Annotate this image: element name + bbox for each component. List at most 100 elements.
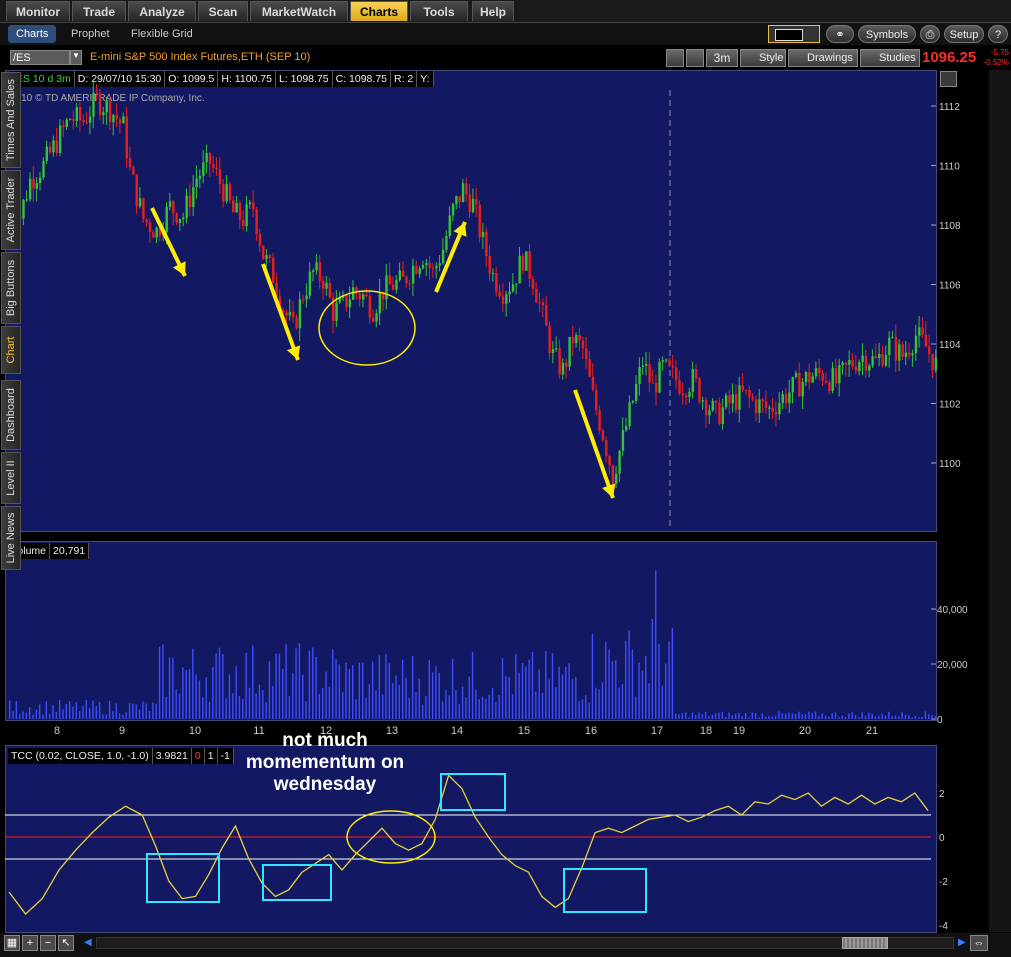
volume-bar [754,712,757,719]
volume-bar [615,660,617,719]
candle-body [152,232,155,238]
volume-bar [694,714,697,719]
candle-body [741,385,744,390]
sidetab-live-news[interactable]: Live News [1,506,21,570]
candle-body [182,217,185,220]
volume-bar [688,717,690,719]
candle-body [681,393,685,396]
y-tick-label: 1108 [939,221,961,232]
candle-body [45,146,49,161]
candle-body [871,356,874,366]
info-icon[interactable]: ? [988,25,1008,43]
candle-body [908,352,911,356]
sidetab-chart[interactable]: Chart [1,326,21,374]
menu-tab-marketwatch[interactable]: MarketWatch [250,1,348,21]
menu-tab-trade[interactable]: Trade [72,1,126,21]
menu-tab-tools[interactable]: Tools [410,1,468,21]
y-tick-label: 1104 [939,340,961,351]
pan-icon[interactable]: ↖ [58,935,74,951]
volume-bar [751,712,753,719]
candle-body [611,465,615,484]
volume-bar [631,649,634,719]
highlight-box [563,868,647,913]
candle-body [28,178,32,200]
volume-bar [924,711,927,719]
volume-bar [728,712,730,719]
symbols-button[interactable]: Symbols [858,25,916,43]
candle-body [82,120,85,123]
candle-body [675,367,678,381]
volume-bar [292,673,294,719]
scroll-left-icon[interactable]: ◀ [84,938,94,948]
sidetab-times-and-sales[interactable]: Times And Sales [1,72,21,168]
volume-bar [748,717,750,719]
subtab-flexible-grid[interactable]: Flexible Grid [123,25,201,43]
volume-bar [934,716,937,719]
studies-button[interactable]: Studies [860,49,920,67]
candle-body [701,400,705,402]
period-button[interactable]: 3m [706,49,738,67]
scroll-thumb[interactable] [842,937,888,949]
y-tick-label: 1106 [939,281,961,292]
volume-bar [538,669,540,719]
menu-tab-analyze[interactable]: Analyze [128,1,196,21]
zoom-out-icon[interactable]: − [40,935,56,951]
candle-body [495,273,498,292]
candle-body [255,209,258,235]
print-icon[interactable]: ⎙ [920,25,940,43]
setup-button[interactable]: Setup [944,25,984,43]
volume-bar [778,711,780,719]
sidetab-level-ii[interactable]: Level II [1,452,21,504]
volume-bar [641,670,644,719]
volume-bar [471,651,474,719]
volume-bar [212,667,214,719]
menu-tab-charts[interactable]: Charts [350,1,408,21]
symbol-description: E-mini S&P 500 Index Futures,ETH (SEP 10… [90,51,311,63]
grid-icon[interactable]: ▦ [4,935,20,951]
volume-bar [888,711,890,719]
expand-icon[interactable]: ⇔ [970,935,988,951]
candle-body [335,302,338,321]
volume-bar [132,703,134,719]
candle-body [671,365,675,368]
symbol-dropdown-icon[interactable]: ▼ [70,50,82,65]
sidetab-active-trader[interactable]: Active Trader [1,170,21,250]
candle-body [128,158,132,168]
candle-body [655,383,658,393]
sidetab-dashboard[interactable]: Dashboard [1,380,21,450]
volume-bar [228,674,231,719]
volume-bar [438,672,440,719]
candle-body [65,119,69,128]
menu-tab-scan[interactable]: Scan [198,1,248,21]
drawings-button[interactable]: Drawings [788,49,858,67]
candle-body [774,412,778,415]
scroll-track[interactable] [96,937,954,949]
x-tick-label: 20 [799,725,811,737]
candle-body [312,270,315,272]
menu-tab-monitor[interactable]: Monitor [6,1,70,21]
style-button[interactable]: Style [740,49,786,67]
volume-bar [784,713,787,719]
symbol-input[interactable]: /ES [10,50,70,65]
crosshair-icon[interactable] [666,49,684,67]
candle-body [894,336,898,361]
candle-body [351,287,355,300]
candle-body [175,213,178,223]
subtab-charts[interactable]: Charts [8,25,57,43]
price-change-pct: -0.52% [983,58,1009,67]
menu-tab-help[interactable]: Help [472,1,514,21]
subtab-prophet[interactable]: Prophet [63,25,118,43]
zoom-icon[interactable] [686,49,704,67]
volume-bar [242,698,244,719]
x-tick-label: 18 [700,725,712,737]
volume-bar [102,714,104,719]
link-icon[interactable]: ⚭ [826,25,854,43]
scroll-right-icon[interactable]: ▶ [958,938,968,948]
color-swatch[interactable] [768,25,820,43]
volume-bar [878,715,880,719]
sidetab-big-buttons[interactable]: Big Buttons [1,252,21,324]
candle-body [751,396,754,400]
zoom-in-icon[interactable]: + [22,935,38,951]
vol-y-tick-label: 40,000 [937,605,968,616]
candle-body [521,255,525,271]
